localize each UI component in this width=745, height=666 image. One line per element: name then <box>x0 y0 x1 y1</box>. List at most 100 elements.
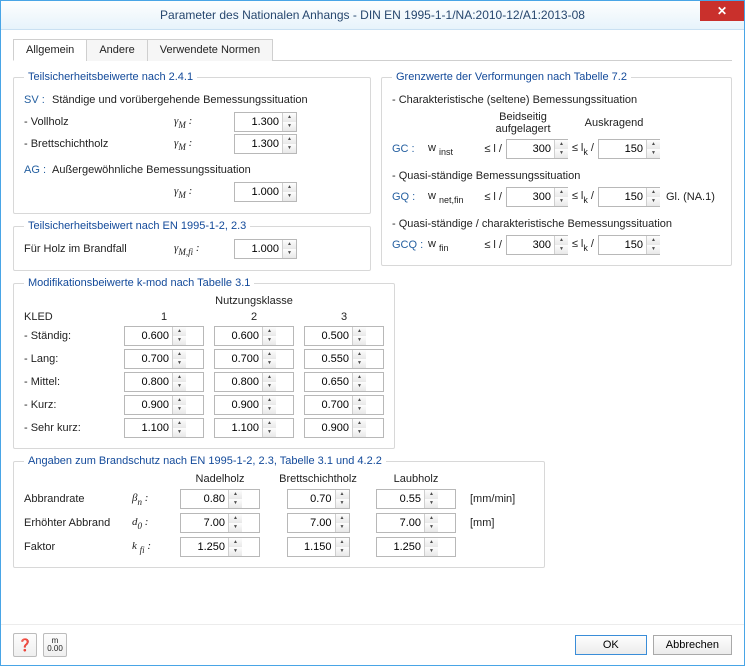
spin-kmod[interactable]: ▲▼ <box>214 326 294 346</box>
up-icon[interactable]: ▲ <box>173 419 186 428</box>
input-brett[interactable] <box>235 136 282 152</box>
up-icon[interactable]: ▲ <box>283 240 296 249</box>
spin-r1-1[interactable]: ▲▼ <box>180 489 260 509</box>
spin-kmod[interactable]: ▲▼ <box>214 418 294 438</box>
up-icon[interactable]: ▲ <box>353 350 366 359</box>
spin-kmod[interactable]: ▲▼ <box>214 372 294 392</box>
spin-vollholz[interactable]: ▲▼ <box>234 112 297 132</box>
down-icon[interactable]: ▼ <box>263 359 276 368</box>
down-icon[interactable]: ▼ <box>263 428 276 437</box>
spin-kmod[interactable]: ▲▼ <box>304 349 384 369</box>
up-icon[interactable]: ▲ <box>263 419 276 428</box>
tab-andere[interactable]: Andere <box>86 39 147 61</box>
input-vollholz[interactable] <box>235 114 282 130</box>
down-icon[interactable]: ▼ <box>229 547 242 556</box>
down-icon[interactable]: ▼ <box>647 197 660 206</box>
spin-gq-l[interactable]: ▲▼ <box>506 187 568 207</box>
up-icon[interactable]: ▲ <box>425 514 438 523</box>
help-button[interactable]: ❓ <box>13 633 37 657</box>
spin-gcq-l[interactable]: ▲▼ <box>506 235 568 255</box>
spin-r2-2[interactable]: ▲▼ <box>287 513 350 533</box>
up-icon[interactable]: ▲ <box>173 373 186 382</box>
down-icon[interactable]: ▼ <box>336 499 349 508</box>
down-icon[interactable]: ▼ <box>353 359 366 368</box>
up-icon[interactable]: ▲ <box>555 236 568 245</box>
up-icon[interactable]: ▲ <box>353 373 366 382</box>
up-icon[interactable]: ▲ <box>353 396 366 405</box>
up-icon[interactable]: ▲ <box>229 538 242 547</box>
up-icon[interactable]: ▲ <box>283 135 296 144</box>
spin-kmod[interactable]: ▲▼ <box>304 418 384 438</box>
up-icon[interactable]: ▲ <box>336 538 349 547</box>
up-icon[interactable]: ▲ <box>647 188 660 197</box>
spin-brand[interactable]: ▲▼ <box>234 239 297 259</box>
spin-kmod[interactable]: ▲▼ <box>304 372 384 392</box>
down-icon[interactable]: ▼ <box>283 144 296 153</box>
up-icon[interactable]: ▲ <box>647 236 660 245</box>
spin-r1-2[interactable]: ▲▼ <box>287 489 350 509</box>
up-icon[interactable]: ▲ <box>425 538 438 547</box>
spin-gcq-lk[interactable]: ▲▼ <box>598 235 660 255</box>
down-icon[interactable]: ▼ <box>336 547 349 556</box>
tab-normen[interactable]: Verwendete Normen <box>147 39 273 61</box>
up-icon[interactable]: ▲ <box>263 373 276 382</box>
down-icon[interactable]: ▼ <box>283 249 296 258</box>
spin-r2-3[interactable]: ▲▼ <box>376 513 456 533</box>
input-ag[interactable] <box>235 184 282 200</box>
spin-gc-l[interactable]: ▲▼ <box>506 139 568 159</box>
down-icon[interactable]: ▼ <box>353 405 366 414</box>
up-icon[interactable]: ▲ <box>353 419 366 428</box>
close-button[interactable]: ✕ <box>700 1 744 21</box>
down-icon[interactable]: ▼ <box>283 192 296 201</box>
up-icon[interactable]: ▲ <box>263 396 276 405</box>
spin-r3-1[interactable]: ▲▼ <box>180 537 260 557</box>
spin-kmod[interactable]: ▲▼ <box>214 349 294 369</box>
units-button[interactable]: m0.00 <box>43 633 67 657</box>
down-icon[interactable]: ▼ <box>173 428 186 437</box>
spin-r3-3[interactable]: ▲▼ <box>376 537 456 557</box>
down-icon[interactable]: ▼ <box>283 122 296 131</box>
down-icon[interactable]: ▼ <box>229 499 242 508</box>
down-icon[interactable]: ▼ <box>173 336 186 345</box>
spin-brett[interactable]: ▲▼ <box>234 134 297 154</box>
ok-button[interactable]: OK <box>575 635 647 655</box>
up-icon[interactable]: ▲ <box>555 140 568 149</box>
spin-kmod[interactable]: ▲▼ <box>304 395 384 415</box>
up-icon[interactable]: ▲ <box>283 113 296 122</box>
spin-r3-2[interactable]: ▲▼ <box>287 537 350 557</box>
down-icon[interactable]: ▼ <box>353 428 366 437</box>
tab-allgemein[interactable]: Allgemein <box>13 39 87 61</box>
spin-kmod[interactable]: ▲▼ <box>214 395 294 415</box>
spin-kmod[interactable]: ▲▼ <box>124 418 204 438</box>
up-icon[interactable]: ▲ <box>336 514 349 523</box>
spin-kmod[interactable]: ▲▼ <box>124 372 204 392</box>
up-icon[interactable]: ▲ <box>353 327 366 336</box>
up-icon[interactable]: ▲ <box>647 140 660 149</box>
spin-kmod[interactable]: ▲▼ <box>124 395 204 415</box>
up-icon[interactable]: ▲ <box>173 350 186 359</box>
up-icon[interactable]: ▲ <box>263 350 276 359</box>
spin-kmod[interactable]: ▲▼ <box>304 326 384 346</box>
spin-r2-1[interactable]: ▲▼ <box>180 513 260 533</box>
up-icon[interactable]: ▲ <box>173 327 186 336</box>
up-icon[interactable]: ▲ <box>555 188 568 197</box>
down-icon[interactable]: ▼ <box>555 245 568 254</box>
spin-gq-lk[interactable]: ▲▼ <box>598 187 660 207</box>
down-icon[interactable]: ▼ <box>173 382 186 391</box>
down-icon[interactable]: ▼ <box>425 499 438 508</box>
up-icon[interactable]: ▲ <box>229 490 242 499</box>
down-icon[interactable]: ▼ <box>425 547 438 556</box>
up-icon[interactable]: ▲ <box>283 183 296 192</box>
up-icon[interactable]: ▲ <box>173 396 186 405</box>
up-icon[interactable]: ▲ <box>263 327 276 336</box>
down-icon[interactable]: ▼ <box>229 523 242 532</box>
down-icon[interactable]: ▼ <box>263 405 276 414</box>
spin-gc-lk[interactable]: ▲▼ <box>598 139 660 159</box>
spin-kmod[interactable]: ▲▼ <box>124 326 204 346</box>
down-icon[interactable]: ▼ <box>647 149 660 158</box>
cancel-button[interactable]: Abbrechen <box>653 635 732 655</box>
up-icon[interactable]: ▲ <box>229 514 242 523</box>
down-icon[interactable]: ▼ <box>555 149 568 158</box>
down-icon[interactable]: ▼ <box>353 336 366 345</box>
down-icon[interactable]: ▼ <box>647 245 660 254</box>
